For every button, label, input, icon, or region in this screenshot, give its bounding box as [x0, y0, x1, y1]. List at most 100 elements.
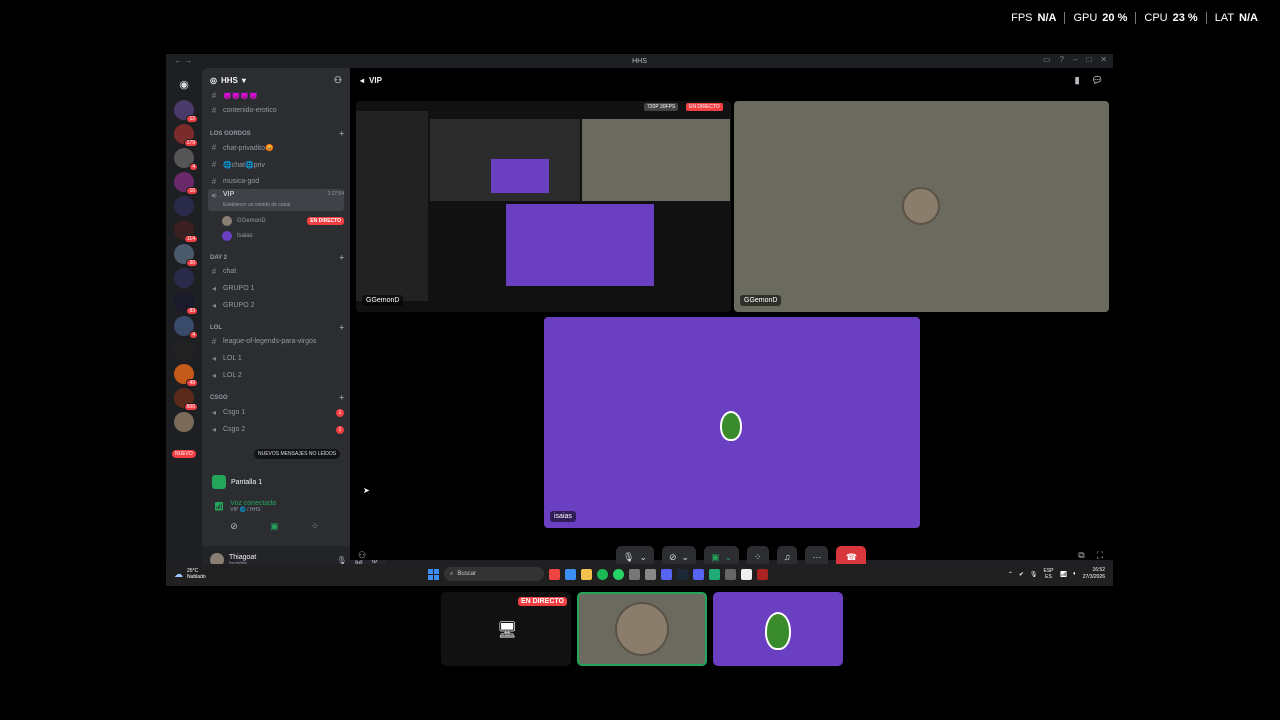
activities-icon[interactable]: ⁘	[311, 521, 319, 532]
unread-messages-pill[interactable]: NUEVOS MENSAJES NO LEÍDOS	[254, 449, 341, 459]
microphone-icon[interactable]: 🎙︎	[1030, 571, 1038, 578]
server-icon[interactable]	[174, 340, 194, 360]
app-icon[interactable]	[741, 568, 752, 580]
app-icon[interactable]	[757, 568, 768, 580]
stream-thumbnail	[506, 204, 654, 286]
category-header[interactable]: CSGO +	[208, 390, 344, 405]
windows-start-icon[interactable]	[428, 568, 439, 580]
mouse-cursor-icon: ➤	[363, 486, 370, 495]
app-icon[interactable]	[725, 568, 736, 580]
folder-icon[interactable]	[174, 196, 194, 216]
server-icon[interactable]	[174, 412, 194, 432]
new-badge[interactable]: NUEVO	[172, 450, 196, 458]
channel-item[interactable]: # chat	[208, 264, 344, 279]
popout-icon[interactable]: ⧉	[1078, 550, 1084, 561]
server-icon[interactable]: 49	[174, 364, 198, 387]
participant-tile[interactable]	[713, 592, 843, 666]
channel-item[interactable]: # league-of-legends-para-virgos	[208, 334, 344, 349]
whatsapp-icon[interactable]	[613, 568, 624, 580]
channel-item[interactable]: # 😈😈😈😈	[208, 92, 344, 103]
server-rail: ◉ 12 179 4 10 114 30 83 4 49 500 NUEVO	[166, 68, 202, 560]
taskbar-search[interactable]: ⌕ Buscar	[444, 567, 544, 581]
add-channel-icon[interactable]: +	[339, 323, 344, 332]
app-icon[interactable]	[645, 568, 656, 580]
back-icon[interactable]: ← →	[174, 56, 192, 65]
chrome-icon[interactable]	[549, 568, 560, 580]
app-tray-icon[interactable]: ✔	[1019, 571, 1024, 578]
server-icon[interactable]: 12	[174, 100, 198, 123]
file-explorer-icon[interactable]	[581, 568, 592, 580]
voice-channel-vip[interactable]: 🔊︎ VIP 2:17:54 Establecer un estado de c…	[208, 189, 344, 211]
participant-tile[interactable]	[577, 592, 707, 666]
discord-window: ← → HHS ▭ ? – □ ✕ ◉ 12 179 4 10 114 30 8…	[166, 54, 1113, 586]
inbox-icon[interactable]: ▭	[1043, 55, 1051, 64]
channel-item[interactable]: # musica-god	[208, 174, 344, 189]
maximize-icon[interactable]: □	[1086, 55, 1091, 64]
channel-item[interactable]: ◂ Csgo 2 1	[208, 422, 344, 437]
channel-item[interactable]: # 🌐chat🌐priv	[208, 157, 344, 172]
channel-item[interactable]: # contenido-erotico	[208, 103, 344, 118]
clock[interactable]: 16:52 27/3/2026	[1083, 567, 1105, 581]
channel-item[interactable]: ◂ Csgo 1 1	[208, 405, 344, 420]
channel-label: 😈😈😈😈	[223, 92, 258, 100]
weather-condition: Nublado	[187, 574, 206, 580]
camera-off-icon[interactable]: ⊘	[230, 521, 238, 532]
discord-icon[interactable]	[693, 568, 704, 580]
discord-home-icon[interactable]: ◉	[174, 74, 194, 94]
help-icon[interactable]: ?	[1060, 55, 1064, 64]
app-icon[interactable]	[709, 568, 720, 580]
server-icon[interactable]: 30	[174, 244, 198, 267]
avatar	[222, 216, 232, 226]
add-channel-icon[interactable]: +	[339, 129, 344, 138]
fullscreen-icon[interactable]: ⛶	[1097, 550, 1103, 561]
channel-label: GRUPO 2	[223, 302, 255, 309]
category-header[interactable]: DAY 2 +	[208, 250, 344, 265]
voice-status[interactable]: Voz conectada	[230, 500, 276, 507]
participant-tile[interactable]: isaias	[544, 317, 920, 528]
channel-item[interactable]: ◂ GRUPO 2	[208, 298, 344, 313]
chat-bubble-icon[interactable]: 💬︎	[1092, 75, 1103, 86]
participant-tile[interactable]: GGemonD	[734, 101, 1109, 312]
server-icon[interactable]: 500	[174, 388, 198, 411]
channel-item[interactable]: ◂ LOL 1	[208, 351, 344, 366]
user-name[interactable]: Thiagoat	[229, 554, 256, 561]
chevron-up-icon[interactable]: ⌃	[1008, 571, 1013, 578]
server-icon[interactable]: 4	[174, 316, 198, 339]
channel-item[interactable]: # chat-privadito😡	[208, 140, 344, 155]
server-icon[interactable]: 179	[174, 124, 198, 147]
steam-icon[interactable]	[677, 568, 688, 580]
volume-icon[interactable]: 🔈︎	[1073, 571, 1077, 578]
server-icon[interactable]: 83	[174, 292, 198, 315]
category-header[interactable]: LOS GORDOS +	[208, 126, 344, 141]
close-icon[interactable]: ✕	[1100, 55, 1107, 64]
channel-item[interactable]: ◂ GRUPO 1	[208, 281, 344, 296]
bookmark-icon[interactable]: ▮	[1075, 75, 1080, 86]
add-member-icon[interactable]: ⚇	[334, 75, 342, 86]
app-icon[interactable]	[661, 568, 672, 580]
wifi-icon[interactable]: 📶︎	[1060, 571, 1068, 578]
voice-member[interactable]: GGemonD EN DIRECTO	[222, 214, 344, 228]
edge-icon[interactable]	[565, 568, 576, 580]
category-header[interactable]: LOL +	[208, 320, 344, 335]
server-icon[interactable]: 10	[174, 172, 198, 195]
spotify-icon[interactable]	[597, 568, 608, 580]
channel-item[interactable]: ◂ LOL 2	[208, 368, 344, 383]
server-badge: 4	[189, 163, 198, 171]
voice-member[interactable]: Isaias	[222, 229, 344, 243]
add-channel-icon[interactable]: +	[339, 393, 344, 402]
channel-status-hint[interactable]: Establecer un estado de canal	[223, 202, 290, 208]
stream-preview-tile[interactable]: EN DIRECTO 🖥︎	[441, 592, 571, 666]
app-icon[interactable]	[629, 568, 640, 580]
invite-icon[interactable]: ⚇	[358, 550, 366, 561]
screen-share-tile[interactable]: 720P 30FPS EN DIRECTO GGemonD	[356, 101, 731, 312]
weather-widget[interactable]: ☁ 25°C Nublado	[174, 568, 206, 580]
folder-icon[interactable]	[174, 268, 194, 288]
add-channel-icon[interactable]: +	[339, 253, 344, 262]
fps-value: N/A	[1037, 12, 1057, 24]
server-icon[interactable]: 114	[174, 220, 198, 243]
server-icon[interactable]: 4	[174, 148, 198, 171]
screen-share-icon[interactable]: ▣	[270, 521, 279, 532]
minimize-icon[interactable]: –	[1073, 55, 1077, 64]
guild-header[interactable]: ◎ HHS ▾ ⚇	[202, 68, 350, 92]
tile-label: GGemonD	[740, 295, 782, 306]
